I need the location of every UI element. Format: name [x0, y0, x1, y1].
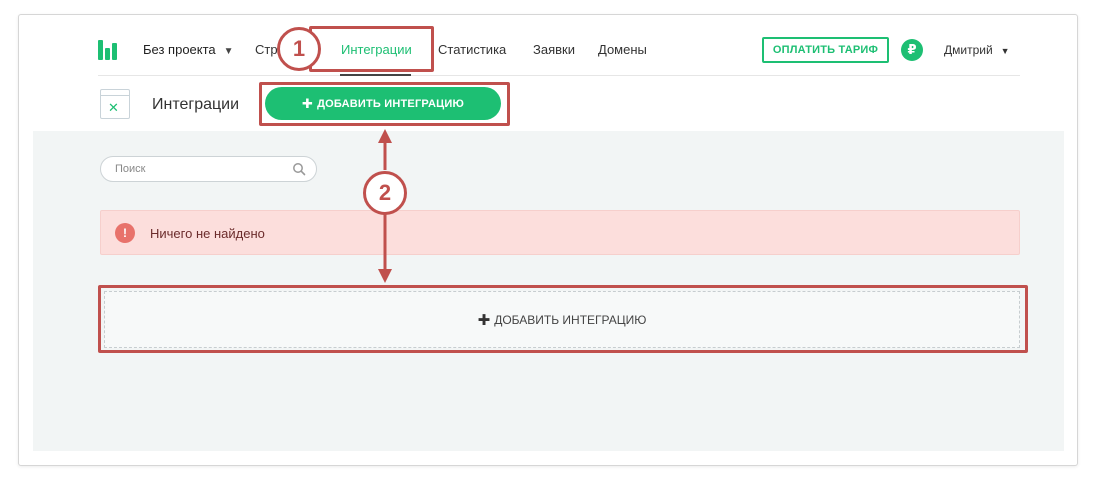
annotation-arrows — [378, 129, 392, 283]
annotation-step-2: 2 — [363, 171, 407, 215]
annotation-step-1: 1 — [277, 27, 321, 71]
